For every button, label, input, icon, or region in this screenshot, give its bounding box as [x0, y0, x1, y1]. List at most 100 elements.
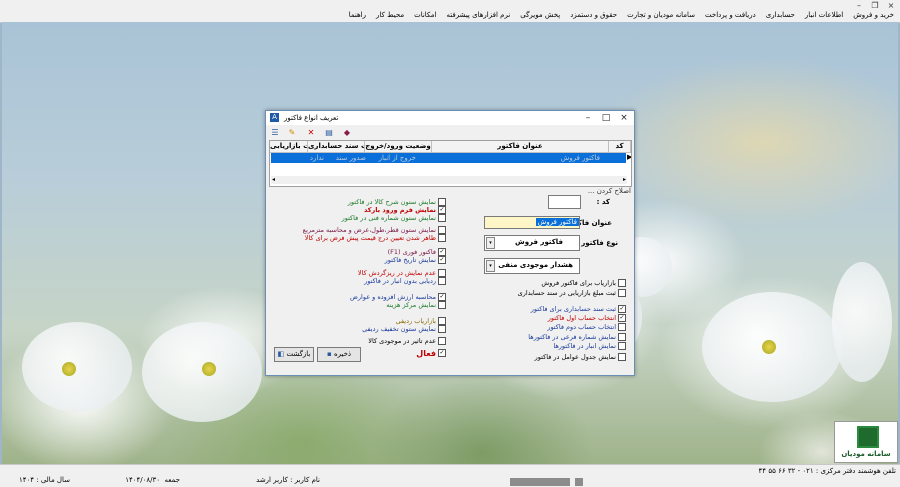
checkbox-unchecked-icon[interactable] [438, 226, 446, 234]
app-icon: A [270, 113, 279, 122]
menu-item[interactable]: حقوق و دستمزد [570, 11, 617, 22]
row-pointer-icon: ▶ [627, 153, 632, 161]
checkbox-checked-icon[interactable]: ✓ [618, 305, 626, 313]
column-header-code[interactable]: کد [609, 141, 631, 153]
status-panel [510, 478, 570, 486]
negative-stock-select[interactable]: ▾ هشدار موجودی منفی [484, 258, 580, 274]
edit-icon[interactable]: ✎ [286, 127, 298, 138]
checkbox-unchecked-icon[interactable] [438, 337, 446, 345]
column-header-mkt[interactable]: وضعیت بازاریابی [270, 141, 308, 153]
cell-mkt: ندارد [309, 154, 324, 162]
option-checkbox[interactable]: ظاهر شدن تعیین درج قیمت پیش فرض برای کال… [305, 234, 446, 242]
checkbox-unchecked-icon[interactable] [618, 333, 626, 341]
checkbox-checked-icon[interactable]: ✓ [438, 293, 446, 301]
minimize-icon[interactable]: – [580, 112, 596, 124]
close-app-icon[interactable]: × [884, 1, 898, 10]
option-checkbox[interactable]: نمایش ستون شماره فنی در فاکتور [342, 214, 446, 222]
table-row[interactable]: خروج از انبار صدور سند ندارد فاکتور فروش [271, 153, 626, 163]
checkbox-unchecked-icon[interactable] [618, 323, 626, 331]
type-select[interactable]: ▾ فاکتور فروش [484, 235, 580, 251]
menu-item[interactable]: راهنما [349, 11, 366, 22]
checkbox-unchecked-icon[interactable] [618, 353, 626, 361]
option-checkbox[interactable]: بازاریاب ردیفی [396, 317, 446, 325]
code-input[interactable] [548, 195, 581, 209]
option-label: نمایش ستون شرح کالا در فاکتور [347, 198, 436, 206]
horizontal-scrollbar[interactable]: ◂ ▸ [271, 176, 627, 184]
menu-item[interactable]: پخش مویرگی [520, 11, 560, 22]
option-checkbox[interactable]: عدم نمایش در ریزگردش کالا [358, 269, 446, 277]
menu-item[interactable]: اطلاعات انبار [805, 11, 843, 22]
checkbox-unchecked-icon[interactable] [438, 301, 446, 309]
menu-item[interactable]: نرم افزارهای پیشرفته [447, 11, 511, 22]
option-checkbox[interactable]: نمایش انبار در فاکتورها [553, 342, 626, 350]
minimize-app-icon[interactable]: – [852, 1, 866, 10]
option-checkbox[interactable]: محاسبه ارزش افزوده و عوارض ✓ [350, 293, 446, 301]
column-header-title[interactable]: عنوان فاکتور [432, 141, 609, 153]
checkbox-checked-icon[interactable]: ✓ [438, 349, 446, 357]
option-label: نمایش جدول عوامل در فاکتور [534, 353, 616, 361]
checkbox-unchecked-icon[interactable] [438, 325, 446, 333]
invoice-types-window: A تعریف انواع فاکتور × □ – ☰ ✎ ✕ ▤ ◆ وضع… [265, 110, 635, 376]
option-checkbox[interactable]: نمایش مرکز هزینه [386, 301, 446, 309]
save-button[interactable]: ▪ ذخیره [317, 347, 361, 362]
option-checkbox[interactable]: انتخاب حساب دوم فاکتور [547, 323, 626, 331]
restore-app-icon[interactable]: ❐ [868, 1, 882, 10]
option-checkbox[interactable]: ثبت سند حسابداری برای فاکتور ✓ [531, 305, 626, 313]
edit-status: اصلاح کردن ... [587, 187, 631, 195]
menu-item[interactable]: دریافت و پرداخت [705, 11, 756, 22]
option-checkbox[interactable]: فعال ✓ [416, 349, 446, 358]
checkbox-unchecked-icon[interactable] [438, 214, 446, 222]
option-checkbox[interactable]: عدم تاثیر در موجودی کالا [368, 337, 446, 345]
maximize-icon[interactable]: □ [598, 112, 614, 124]
checkbox-unchecked-icon[interactable] [618, 342, 626, 350]
option-checkbox[interactable]: نمایش تاریخ فاکتور ✓ [385, 256, 446, 264]
checkbox-checked-icon[interactable]: ✓ [438, 248, 446, 256]
option-label: ثبت سند حسابداری برای فاکتور [530, 305, 616, 313]
option-checkbox[interactable]: فاکتور فوری (F1) ✓ [388, 248, 446, 256]
column-header-io[interactable]: وضعیت ورود/خروج [365, 141, 432, 153]
menu-item[interactable]: محیط کار [376, 11, 404, 22]
exit-icon[interactable]: ◆ [341, 127, 353, 138]
list-icon[interactable]: ☰ [269, 127, 281, 138]
option-checkbox[interactable]: نمایش شماره فرعی در فاکتورها [528, 333, 626, 341]
checkbox-unchecked-icon[interactable] [438, 269, 446, 277]
option-checkbox[interactable]: ردیابی بدون انبار در فاکتور [364, 277, 446, 285]
checkbox-checked-icon[interactable]: ✓ [438, 256, 446, 264]
chevron-down-icon[interactable]: ▾ [486, 237, 495, 249]
menu-item[interactable]: امکانات [414, 11, 436, 22]
delete-icon[interactable]: ✕ [305, 127, 317, 138]
menu-item[interactable]: حسابداری [766, 11, 795, 22]
option-label: انتخاب حساب اول فاکتور [547, 314, 616, 322]
menu-item[interactable]: سامانه مودیان و تجارت [627, 11, 695, 22]
checkbox-unchecked-icon[interactable] [438, 198, 446, 206]
current-date: ۱۴۰۴/۰۸/۳۰ [125, 476, 160, 484]
close-icon[interactable]: × [616, 112, 632, 124]
print-icon[interactable]: ▤ [323, 127, 335, 138]
scroll-right-icon[interactable]: ▸ [623, 176, 626, 183]
chevron-down-icon[interactable]: ▾ [486, 260, 495, 272]
invoice-grid[interactable]: وضعیت بازاریابی وضعیت سند حسابداری وضعیت… [269, 140, 632, 187]
checkbox-checked-icon[interactable]: ✓ [438, 206, 446, 214]
option-checkbox[interactable]: بازاریاب برای فاکتور فروش [541, 279, 626, 287]
checkbox-unchecked-icon[interactable] [438, 277, 446, 285]
checkbox-unchecked-icon[interactable] [438, 234, 446, 242]
option-checkbox[interactable]: نمایش فرم ورود بارکد ✓ [364, 206, 446, 214]
option-label: عدم نمایش در ریزگردش کالا [357, 269, 436, 277]
option-checkbox[interactable]: نمایش ستون قطر،طول،عرض و محاسبه مترمربع [303, 226, 446, 234]
scroll-left-icon[interactable]: ◂ [272, 176, 275, 183]
option-checkbox[interactable]: نمایش جدول عوامل در فاکتور [535, 353, 626, 361]
option-checkbox[interactable]: نمایش ستون شرح کالا در فاکتور [348, 198, 446, 206]
checkbox-unchecked-icon[interactable] [618, 289, 626, 297]
checkbox-unchecked-icon[interactable] [618, 279, 626, 287]
option-checkbox[interactable]: نمایش ستون تخفیف ردیفی [362, 325, 446, 333]
checkbox-unchecked-icon[interactable] [438, 317, 446, 325]
title-input[interactable]: فاکتور فروش [484, 216, 580, 229]
logo-label: سامانه مودیان [841, 450, 891, 458]
column-header-acc[interactable]: وضعیت سند حسابداری [308, 141, 365, 153]
option-checkbox[interactable]: انتخاب حساب اول فاکتور ✓ [548, 314, 626, 322]
checkbox-checked-icon[interactable]: ✓ [618, 314, 626, 322]
menu-item[interactable]: خرید و فروش [853, 11, 894, 22]
option-checkbox[interactable]: ثبت مبلغ بازاریابی در سند حسابداری [518, 289, 626, 297]
back-button[interactable]: ◧ بازگشت [274, 347, 314, 362]
status-indicator [575, 478, 583, 486]
